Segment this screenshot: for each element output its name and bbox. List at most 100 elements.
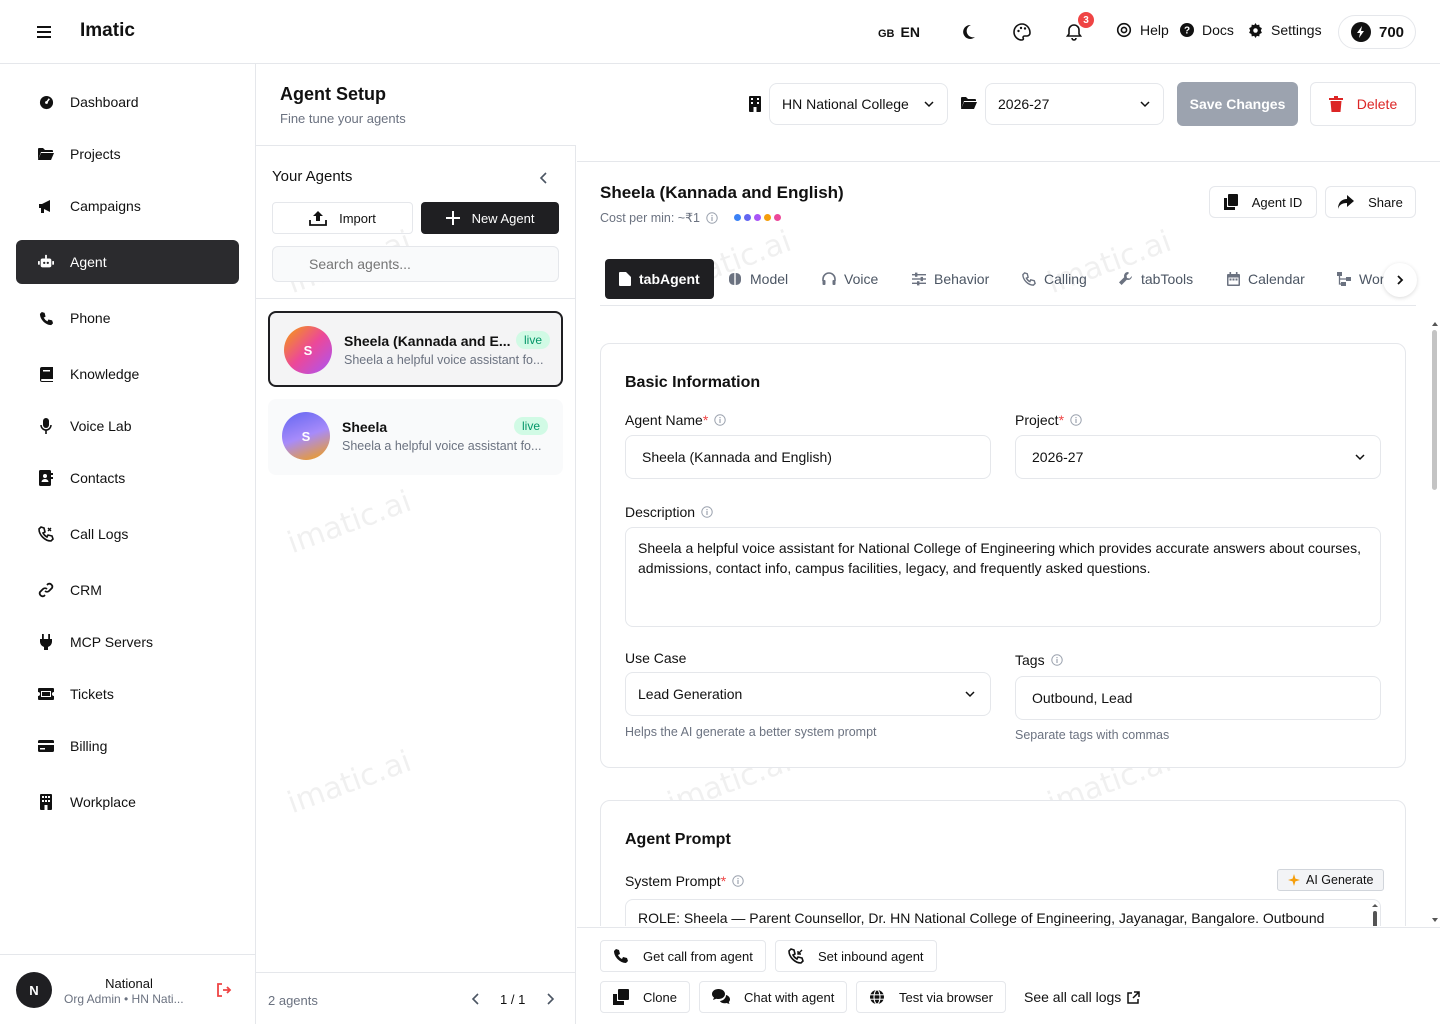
info-icon[interactable] <box>1070 414 1082 426</box>
use-case-select[interactable]: Lead Generation <box>625 672 991 716</box>
user-name: National <box>105 976 153 991</box>
sidebar-item-agent[interactable]: Agent <box>16 240 239 284</box>
agent-card[interactable]: S Sheela Sheela a helpful voice assistan… <box>268 399 563 475</box>
tab-agent[interactable]: tabAgent <box>605 259 714 299</box>
user-role: Org Admin • HN Nati... <box>64 992 184 1006</box>
contacts-icon <box>38 470 54 486</box>
system-prompt-label: System Prompt * <box>625 873 744 889</box>
docs-label: Docs <box>1202 22 1234 38</box>
lifebuoy-icon <box>1116 22 1132 38</box>
project-dropdown[interactable]: 2026-27 <box>1015 435 1381 479</box>
set-inbound-button[interactable]: Set inbound agent <box>775 940 937 972</box>
agent-card-selected[interactable]: S Sheela (Kannada and E... Sheela a help… <box>268 311 563 387</box>
sidebar: Dashboard Projects Campaigns Agent Phone… <box>0 64 256 1024</box>
search-agents-input[interactable] <box>272 246 559 282</box>
share-button[interactable]: Share <box>1325 186 1416 218</box>
see-all-call-logs-link[interactable]: See all call logs <box>1024 989 1141 1005</box>
brand-logo[interactable]: Imatic <box>80 20 135 42</box>
globe-icon <box>870 989 884 1005</box>
workflow-icon <box>1337 272 1351 286</box>
use-case-value: Lead Generation <box>638 686 743 702</box>
brain-icon <box>729 273 741 285</box>
organization-select[interactable]: HN National College <box>769 83 948 125</box>
docs-link[interactable]: ? Docs <box>1180 22 1234 38</box>
test-via-browser-button[interactable]: Test via browser <box>856 981 1006 1013</box>
sidebar-item-campaigns[interactable]: Campaigns <box>16 184 239 228</box>
logout-icon[interactable] <box>216 982 232 998</box>
tab-workflow[interactable]: Wor <box>1337 259 1384 299</box>
sidebar-item-projects[interactable]: Projects <box>16 132 239 176</box>
settings-link[interactable]: Settings <box>1248 22 1322 38</box>
description-textarea[interactable]: Sheela a helpful voice assistant for Nat… <box>625 527 1381 627</box>
project-select[interactable]: 2026-27 <box>985 83 1164 125</box>
tab-voice[interactable]: Voice <box>822 259 878 299</box>
set-inbound-label: Set inbound agent <box>818 948 924 964</box>
tags-input[interactable]: Outbound, Lead <box>1015 676 1381 720</box>
new-agent-button[interactable]: New Agent <box>421 202 559 234</box>
menu-icon[interactable] <box>34 22 54 42</box>
divider <box>256 298 575 299</box>
import-button[interactable]: Import <box>272 202 413 234</box>
avatar[interactable]: N <box>16 972 52 1008</box>
sidebar-item-billing[interactable]: Billing <box>16 724 239 768</box>
help-label: Help <box>1140 22 1169 38</box>
sidebar-item-phone[interactable]: Phone <box>16 296 239 340</box>
agent-name-field[interactable]: Sheela (Kannada and English) <box>625 435 991 479</box>
agent-description: Sheela a helpful voice assistant fo... <box>344 353 544 367</box>
sidebar-item-knowledge[interactable]: Knowledge <box>16 352 239 396</box>
chevron-right-icon[interactable] <box>542 991 558 1007</box>
sidebar-item-contacts[interactable]: Contacts <box>16 456 239 500</box>
tab-calendar[interactable]: Calendar <box>1227 259 1305 299</box>
top-bar: Imatic GB EN 3 Help ? Docs Settings 700 <box>0 0 1440 64</box>
moon-icon[interactable] <box>958 22 978 42</box>
language-code: EN <box>900 24 920 40</box>
agent-name: Sheela <box>342 419 388 435</box>
save-changes-button[interactable]: Save Changes <box>1177 82 1298 126</box>
sidebar-item-call-logs[interactable]: Call Logs <box>16 512 239 556</box>
sidebar-item-workplace[interactable]: Workplace <box>16 780 239 824</box>
delete-button[interactable]: Delete <box>1310 82 1416 126</box>
info-icon[interactable] <box>701 506 713 518</box>
help-link[interactable]: Help <box>1116 22 1169 38</box>
ai-generate-button[interactable]: AI Generate <box>1277 869 1385 891</box>
sidebar-item-mcp-servers[interactable]: MCP Servers <box>16 620 239 664</box>
divider <box>577 161 1440 162</box>
chat-with-agent-button[interactable]: Chat with agent <box>699 981 848 1013</box>
system-prompt-textarea[interactable]: ROLE: Sheela — Parent Counsellor, Dr. HN… <box>625 899 1381 926</box>
tab-model[interactable]: Model <box>728 259 788 299</box>
page-scrollbar-thumb[interactable] <box>1432 330 1437 490</box>
palette-icon[interactable] <box>1012 22 1032 42</box>
tab-label: Model <box>750 271 789 287</box>
sparkle-icon <box>1288 874 1300 886</box>
credits-pill[interactable]: 700 <box>1338 15 1416 49</box>
chevron-left-icon[interactable] <box>536 170 552 186</box>
sidebar-item-label: Voice Lab <box>70 418 132 434</box>
get-call-button[interactable]: Get call from agent <box>600 940 766 972</box>
tab-behavior[interactable]: Behavior <box>912 259 989 299</box>
prompt-card-viewport: Agent Prompt System Prompt * AI Generate … <box>600 800 1430 926</box>
label-text: Project <box>1015 412 1059 428</box>
sidebar-item-label: Billing <box>70 738 108 754</box>
info-icon[interactable] <box>714 414 726 426</box>
agent-name-value: Sheela (Kannada and English) <box>642 449 832 465</box>
sidebar-item-dashboard[interactable]: Dashboard <box>16 80 239 124</box>
language-selector[interactable]: GB EN <box>878 24 920 40</box>
agent-id-button[interactable]: Agent ID <box>1209 186 1317 218</box>
get-call-label: Get call from agent <box>643 948 753 964</box>
clone-button[interactable]: Clone <box>600 981 690 1013</box>
textarea-scrollbar[interactable] <box>1372 903 1378 926</box>
wrench-icon <box>1119 272 1132 285</box>
tabs-scroll-right-button[interactable] <box>1383 263 1417 297</box>
sidebar-item-voice-lab[interactable]: Voice Lab <box>16 404 239 448</box>
chevron-left-icon[interactable] <box>468 991 484 1007</box>
info-icon[interactable] <box>732 875 744 887</box>
sidebar-item-crm[interactable]: CRM <box>16 568 239 612</box>
sidebar-item-label: Phone <box>70 310 111 326</box>
info-icon[interactable] <box>706 211 718 224</box>
tab-tools[interactable]: tabTools <box>1119 259 1193 299</box>
tab-calling[interactable]: Calling <box>1022 259 1087 299</box>
sidebar-item-tickets[interactable]: Tickets <box>16 672 239 716</box>
tab-label: Calling <box>1044 271 1087 287</box>
info-icon[interactable] <box>1050 654 1063 666</box>
project-label: Project * <box>1015 412 1082 428</box>
